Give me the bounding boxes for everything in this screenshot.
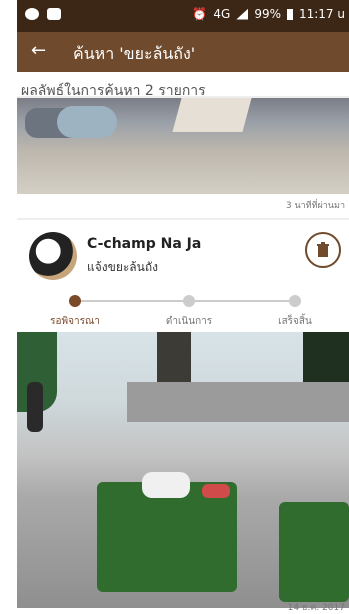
results-header: ผลลัพธ์ในการค้นหา 2 รายการ — [17, 72, 349, 99]
image-element — [57, 106, 117, 138]
status-progress: รอพิจารณา ดำเนินการ เสร็จสิ้น — [17, 290, 349, 330]
trash-icon — [317, 242, 329, 257]
step-dot-done — [289, 295, 301, 307]
app-bar: ← ค้นหา 'ขยะล้นถัง' — [17, 32, 349, 72]
step-dot-processing — [183, 295, 195, 307]
image-element — [279, 502, 349, 602]
image-element — [142, 472, 190, 498]
back-arrow-icon[interactable]: ← — [31, 40, 46, 61]
image-icon — [47, 8, 61, 20]
step-label-processing: ดำเนินการ — [165, 316, 213, 327]
main-content: ผลลัพธ์ในการค้นหา 2 รายการ 3 นาทีที่ผ่าน… — [17, 72, 349, 614]
result-image-1 — [17, 98, 349, 194]
step-label-pending: รอพิจารณา — [50, 316, 100, 327]
image-element — [127, 382, 349, 422]
user-name: C-champ Na Ja — [87, 236, 202, 252]
status-right: ⏰ 4G 99% 11:17 u — [192, 7, 345, 21]
battery-icon — [286, 8, 293, 20]
battery-percent: 99% — [254, 7, 281, 21]
timestamp: 3 นาทีที่ผ่านมา — [285, 201, 345, 211]
message-icon — [25, 8, 39, 20]
result-card-1[interactable]: 3 นาทีที่ผ่านมา — [17, 98, 349, 218]
step-dot-pending — [69, 295, 81, 307]
image-element — [27, 382, 43, 432]
result-card-2[interactable]: C-champ Na Ja แจ้งขยะล้นถัง รอพิจารณา ดำ… — [17, 220, 349, 614]
app-screen: ⏰ 4G 99% 11:17 u ← ค้นหา 'ขยะล้นถัง' ผลล… — [0, 0, 349, 614]
signal-icon — [236, 8, 249, 20]
alarm-icon: ⏰ — [192, 7, 208, 21]
result-image-2 — [17, 332, 349, 608]
image-element — [202, 484, 230, 498]
network-label: 4G — [213, 7, 231, 21]
clock: 11:17 u — [298, 7, 345, 21]
page-title: ค้นหา 'ขยะล้นถัง' — [73, 44, 196, 63]
delete-button[interactable] — [305, 232, 341, 268]
image-element — [172, 98, 252, 132]
image-element — [97, 482, 237, 592]
report-date: 14 ธ.ค. 2017 — [287, 603, 345, 613]
avatar — [29, 232, 77, 280]
step-label-done: เสร็จสิ้น — [278, 316, 312, 327]
status-bar: ⏰ 4G 99% 11:17 u — [17, 0, 349, 32]
status-left — [25, 8, 61, 20]
report-title: แจ้งขยะล้นถัง — [87, 260, 158, 274]
